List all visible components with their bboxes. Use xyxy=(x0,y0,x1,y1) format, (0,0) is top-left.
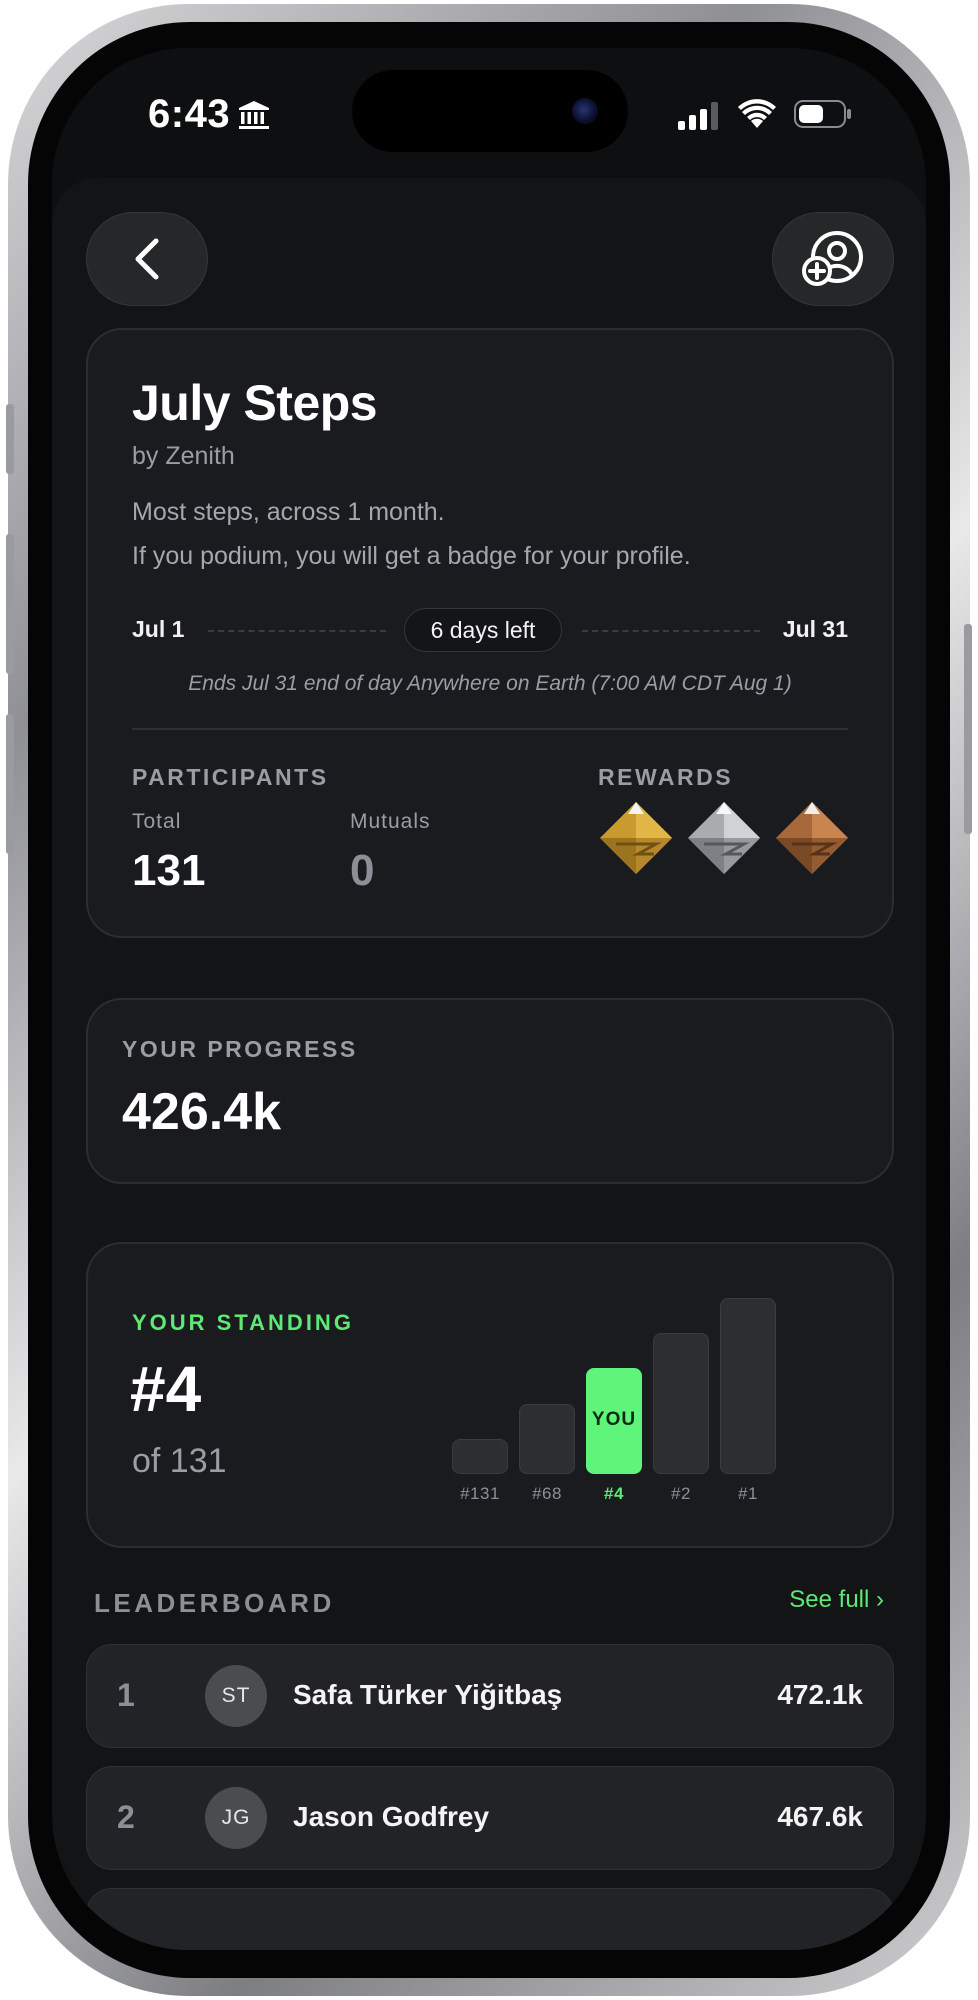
total-participants: 131 xyxy=(132,846,206,895)
silver-badge-icon[interactable] xyxy=(686,800,762,876)
screen: 6:43 July Steps by Zenith Most steps, ac… xyxy=(52,48,926,1950)
end-date: Jul 31 xyxy=(782,616,848,642)
standing-bar-label: #1 xyxy=(738,1484,758,1503)
status-time: 6:43 xyxy=(148,92,231,136)
leaderboard-score: 467.6k xyxy=(777,1801,863,1832)
total-label: Total xyxy=(132,810,182,833)
timeline-dash xyxy=(582,630,760,632)
avatar: JG xyxy=(205,1787,267,1849)
mutuals-count: 0 xyxy=(350,846,375,895)
progress-card: YOUR PROGRESS 426.4k xyxy=(86,998,894,1184)
standing-rank: #4 xyxy=(130,1353,202,1425)
leaderboard-row-partial[interactable] xyxy=(86,1888,894,1950)
back-button[interactable] xyxy=(86,212,208,306)
leaderboard-label: LEADERBOARD xyxy=(94,1588,335,1618)
leaderboard-rank: 2 xyxy=(117,1799,135,1835)
leaderboard-name: Jason Godfrey xyxy=(293,1801,490,1832)
content-area: July Steps by Zenith Most steps, across … xyxy=(52,178,926,1950)
standing-bar xyxy=(653,1333,709,1474)
standing-bar-label: #4 xyxy=(604,1484,624,1503)
standing-bar xyxy=(452,1439,508,1474)
mutuals-label: Mutuals xyxy=(350,810,431,833)
cellular-signal-icon xyxy=(678,102,718,130)
power-button xyxy=(964,624,972,834)
timeline-dash xyxy=(208,630,386,632)
progress-label: YOUR PROGRESS xyxy=(122,1036,358,1062)
leaderboard-row[interactable]: 1 ST Safa Türker Yiğitbaş 472.1k xyxy=(86,1644,894,1748)
bank-icon xyxy=(239,101,269,129)
standing-bar xyxy=(720,1298,776,1474)
leaderboard-score: 472.1k xyxy=(777,1679,863,1710)
invite-button[interactable] xyxy=(772,212,894,306)
dynamic-island xyxy=(352,70,628,152)
challenge-byline: by Zenith xyxy=(132,442,235,470)
volume-up-button xyxy=(6,534,14,674)
ends-note: Ends Jul 31 end of day Anywhere on Earth… xyxy=(188,672,792,695)
divider xyxy=(132,728,848,730)
bronze-badge-icon[interactable] xyxy=(774,800,850,876)
standing-bar-label: #68 xyxy=(532,1484,562,1503)
avatar: ST xyxy=(205,1665,267,1727)
action-button xyxy=(6,404,14,474)
standing-bar-label: #2 xyxy=(671,1484,691,1503)
standing-bar-label: #131 xyxy=(460,1484,500,1503)
standing-total: of 131 xyxy=(132,1442,227,1480)
battery-icon xyxy=(794,100,851,128)
participants-label: PARTICIPANTS xyxy=(132,764,329,790)
leaderboard-row[interactable]: 2 JG Jason Godfrey 467.6k xyxy=(86,1766,894,1870)
rewards-label: REWARDS xyxy=(598,764,734,790)
challenge-reward-note: If you podium, you will get a badge for … xyxy=(132,542,691,570)
standing-bar xyxy=(519,1404,575,1474)
volume-down-button xyxy=(6,714,14,854)
start-date: Jul 1 xyxy=(132,616,185,642)
wifi-icon xyxy=(738,99,776,128)
leaderboard-rank: 1 xyxy=(117,1677,135,1713)
leaderboard-name: Safa Türker Yiğitbaş xyxy=(293,1679,563,1710)
standing-label: YOUR STANDING xyxy=(132,1310,354,1335)
camera-icon xyxy=(572,98,598,124)
chevron-left-icon xyxy=(135,238,159,280)
challenge-description: Most steps, across 1 month. xyxy=(132,498,445,526)
standing-bar-you: YOU xyxy=(586,1368,642,1474)
add-user-icon xyxy=(802,231,863,286)
days-left-pill: 6 days left xyxy=(404,608,562,652)
gold-badge-icon[interactable] xyxy=(598,800,674,876)
you-marker: YOU xyxy=(591,1409,637,1430)
challenge-card: July Steps by Zenith Most steps, across … xyxy=(86,328,894,938)
see-full-link[interactable]: See full › xyxy=(789,1586,884,1614)
standing-card: YOUR STANDING #4 of 131 #131 #68 YOU #4 #2 #1 xyxy=(86,1242,894,1548)
challenge-title: July Steps xyxy=(132,375,378,431)
progress-value: 426.4k xyxy=(122,1083,282,1141)
